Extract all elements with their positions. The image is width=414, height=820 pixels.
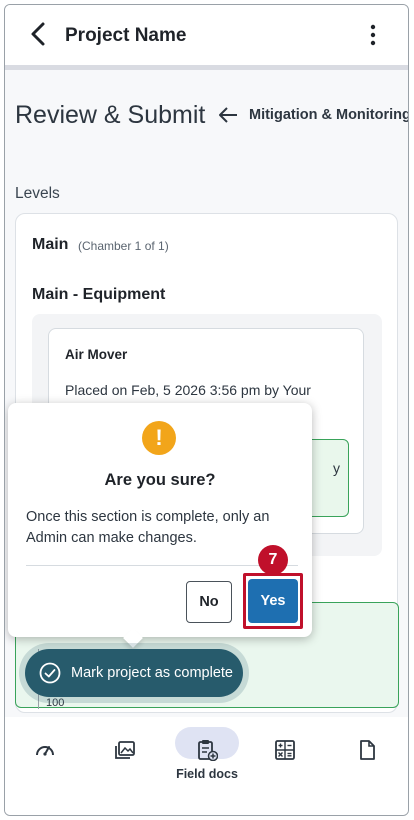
page-heading: Review & Submit bbox=[15, 101, 206, 129]
calculator-icon bbox=[275, 740, 295, 760]
back-to-mitigation-link[interactable]: Mitigation & Monitoring bbox=[217, 105, 409, 125]
chart-tick-label: 100 bbox=[46, 697, 65, 709]
nav-documents[interactable] bbox=[345, 733, 389, 767]
levels-label: Levels bbox=[15, 185, 60, 202]
nav-field-docs-label: Field docs bbox=[176, 767, 238, 781]
back-link-label: Mitigation & Monitoring bbox=[249, 107, 409, 123]
chevron-left-icon[interactable] bbox=[27, 21, 49, 47]
warning-icon: ! bbox=[142, 421, 176, 455]
nav-calculator[interactable] bbox=[263, 733, 307, 767]
level-name: Main bbox=[32, 236, 69, 253]
yes-button[interactable]: Yes bbox=[248, 579, 298, 623]
project-title: Project Name bbox=[65, 25, 187, 46]
app-bar-divider bbox=[5, 65, 408, 70]
app-bar: Project Name bbox=[5, 5, 408, 65]
confirm-dialog: ! Are you sure? Once this section is com… bbox=[8, 403, 312, 648]
nav-photos[interactable] bbox=[103, 733, 147, 767]
document-icon bbox=[360, 740, 375, 760]
dialog-message: Once this section is complete, only an A… bbox=[26, 509, 270, 546]
dialog-divider bbox=[26, 565, 298, 566]
equipment-name: Air Mover bbox=[65, 347, 128, 362]
arrow-left-icon bbox=[219, 107, 237, 123]
equipment-section-title: Main - Equipment bbox=[32, 286, 166, 303]
mark-complete-label: Mark project as complete bbox=[71, 665, 233, 681]
equipment-action-label: y bbox=[333, 460, 340, 476]
nav-field-docs[interactable] bbox=[185, 733, 229, 767]
mark-complete-button[interactable]: Mark project as complete bbox=[25, 649, 243, 697]
app-frame: Project Name Review & Submit Mitigation … bbox=[4, 4, 409, 816]
dialog-title: Are you sure? bbox=[104, 471, 216, 489]
photos-icon bbox=[115, 741, 135, 759]
field-docs-icon bbox=[198, 740, 218, 761]
nav-dashboard[interactable] bbox=[23, 733, 67, 767]
equipment-placed-info: Placed on Feb, 5 2026 3:56 pm by Your bbox=[65, 382, 311, 398]
kebab-menu-icon[interactable] bbox=[368, 23, 378, 47]
check-circle-icon bbox=[39, 662, 61, 684]
no-button[interactable]: No bbox=[186, 581, 232, 623]
step-number-badge: 7 bbox=[258, 545, 288, 575]
bottom-nav: Field docs bbox=[5, 717, 408, 815]
speedometer-icon bbox=[36, 746, 54, 756]
chamber-count: (Chamber 1 of 1) bbox=[78, 239, 169, 253]
